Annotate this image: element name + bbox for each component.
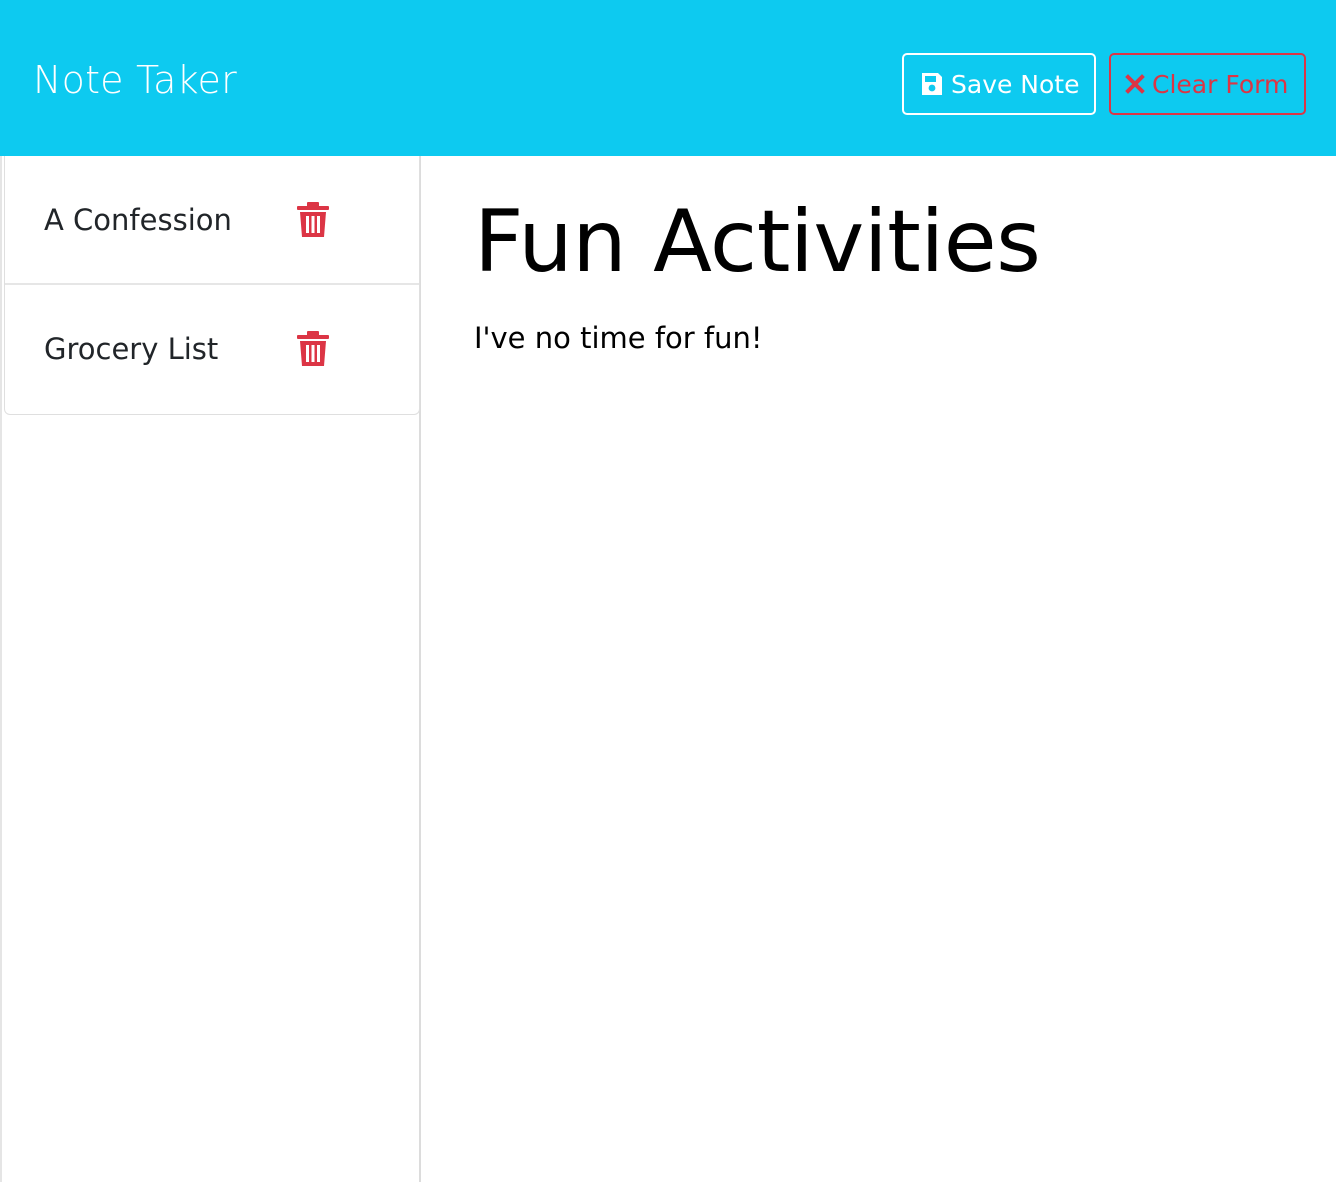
- floppy-disk-icon: [920, 71, 944, 97]
- clear-form-label: Clear Form: [1152, 69, 1289, 99]
- trash-icon[interactable]: [297, 202, 329, 238]
- save-note-button[interactable]: Save Note: [902, 53, 1096, 115]
- note-editor: Fun Activities I've no time for fun!: [421, 156, 1336, 1182]
- note-title[interactable]: Fun Activities: [474, 194, 1041, 290]
- app-brand[interactable]: Note Taker: [33, 56, 237, 104]
- list-item[interactable]: Grocery List: [5, 285, 419, 414]
- notes-sidebar: A Confession Grocery List: [0, 156, 421, 1182]
- list-item[interactable]: A Confession: [5, 156, 419, 285]
- note-item-label[interactable]: A Confession: [44, 202, 232, 238]
- note-text[interactable]: I've no time for fun!: [474, 319, 763, 357]
- x-mark-icon: [1125, 73, 1145, 95]
- trash-icon[interactable]: [297, 331, 329, 367]
- note-item-label[interactable]: Grocery List: [44, 331, 218, 367]
- navbar: Note Taker Save Note Clear Form: [0, 0, 1336, 156]
- save-note-label: Save Note: [951, 69, 1080, 99]
- notes-list: A Confession Grocery List: [4, 156, 420, 415]
- clear-form-button[interactable]: Clear Form: [1109, 53, 1306, 115]
